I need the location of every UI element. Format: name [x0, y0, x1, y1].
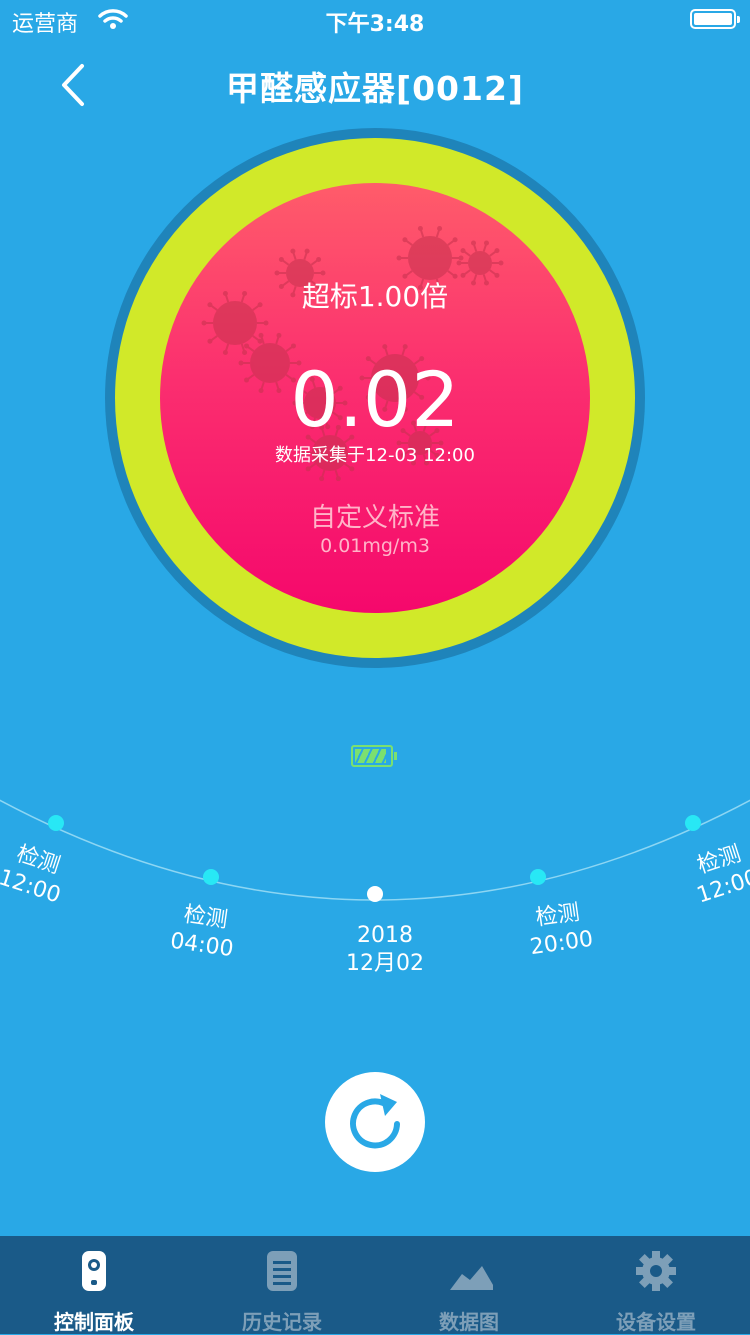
chart-icon: [450, 1266, 493, 1290]
tab-label: 设备设置: [616, 1310, 696, 1334]
document-icon: [267, 1251, 297, 1291]
status-bar: 运营商 下午3:48: [0, 0, 750, 42]
timeline-dot[interactable]: [530, 869, 546, 885]
phone-battery-icon: [690, 9, 740, 29]
tab-control-panel[interactable]: 控制面板: [0, 1236, 188, 1334]
timeline-dot[interactable]: [48, 815, 64, 831]
formaldehyde-reading: 0.02: [290, 355, 460, 444]
gauge-center: 超标1.00倍 0.02 数据采集于12-03 12:00 自定义标准 0.01…: [160, 183, 590, 613]
tab-device-settings[interactable]: 设备设置: [562, 1236, 750, 1334]
timeline-date: 2018 12月02: [346, 923, 424, 976]
refresh-button[interactable]: [325, 1072, 425, 1172]
tab-label: 数据图: [439, 1310, 499, 1334]
collection-time: 数据采集于12-03 12:00: [275, 445, 475, 466]
refresh-icon: [350, 1094, 400, 1149]
status-time: 下午3:48: [325, 12, 425, 37]
exceed-ratio: 超标1.00倍: [301, 280, 449, 313]
timeline-dot-current[interactable]: [367, 886, 383, 902]
timeline-dot[interactable]: [203, 869, 219, 885]
tab-label: 历史记录: [242, 1310, 322, 1334]
device-battery-icon: [351, 745, 397, 767]
standard-label: 自定义标准: [309, 503, 440, 533]
gear-icon: [636, 1251, 676, 1291]
tab-bar: 控制面板 历史记录 数据图 设备设置: [0, 1236, 750, 1334]
tab-data-chart[interactable]: 数据图: [375, 1236, 563, 1334]
page-title: 甲醛感应器[0012]: [225, 69, 524, 108]
timeline-label[interactable]: 检测 04:00: [168, 900, 239, 964]
tab-label: 控制面板: [54, 1310, 134, 1334]
timeline-label[interactable]: 检测 20:00: [524, 898, 595, 962]
standard-value: 0.01mg/m3: [320, 535, 430, 557]
timeline-dot[interactable]: [685, 815, 701, 831]
tab-history[interactable]: 历史记录: [188, 1236, 376, 1334]
remote-icon: [82, 1251, 106, 1291]
